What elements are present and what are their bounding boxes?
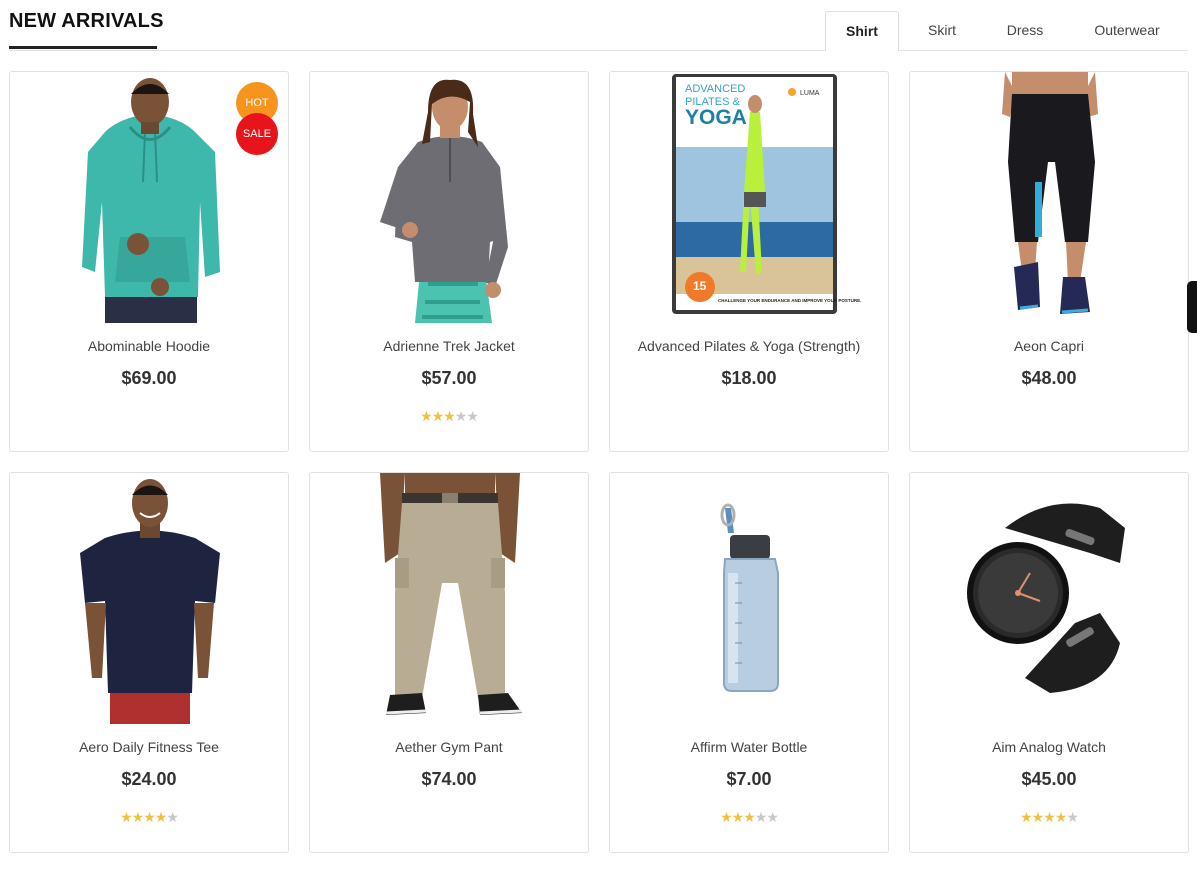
star-icon: ★★★ <box>720 809 756 825</box>
product-price: $45.00 <box>1021 769 1077 789</box>
star-empty-icon: ★★ <box>754 809 779 825</box>
product-image[interactable] <box>310 72 588 323</box>
product-card-adrienne-trek-jacket[interactable]: Adrienne Trek Jacket $57.00 ★★★★★ <box>309 71 589 452</box>
product-card-advanced-pilates-yoga[interactable]: ADVANCED PILATES & YOGA LUMA 15 CHALLENG… <box>609 71 889 452</box>
dvd-title-line1: ADVANCED <box>685 83 745 95</box>
product-price: $7.00 <box>726 769 772 789</box>
tab-dress[interactable]: Dress <box>985 11 1065 50</box>
product-card-aether-gym-pant[interactable]: Aether Gym Pant $74.00 <box>309 472 589 853</box>
star-empty-icon: ★ <box>166 809 179 825</box>
product-card-aim-analog-watch[interactable]: Aim Analog Watch $45.00 ★★★★★ <box>909 472 1189 853</box>
star-empty-icon: ★ <box>1066 809 1079 825</box>
product-image[interactable] <box>910 473 1188 724</box>
dvd-number: 15 <box>693 279 707 293</box>
section-title-underline <box>9 46 157 49</box>
star-icon: ★★★ <box>420 408 456 424</box>
product-image[interactable] <box>310 473 588 724</box>
product-card-aeon-capri[interactable]: Aeon Capri $48.00 <box>909 71 1189 452</box>
rating-stars: ★★★★★ <box>610 809 888 826</box>
rating-stars: ★★★★★ <box>910 809 1188 826</box>
product-price: $24.00 <box>121 769 177 789</box>
product-image[interactable] <box>10 473 288 724</box>
dvd-bottom-text: CHALLENGE YOUR ENDURANCE AND IMPROVE YOU… <box>718 298 861 303</box>
product-image[interactable]: ADVANCED PILATES & YOGA LUMA 15 CHALLENG… <box>610 72 888 323</box>
product-name[interactable]: Aeon Capri <box>910 338 1188 354</box>
product-card-affirm-water-bottle[interactable]: Affirm Water Bottle $7.00 ★★★★★ <box>609 472 889 853</box>
product-name[interactable]: Aero Daily Fitness Tee <box>10 739 288 755</box>
rating-stars: ★★★★★ <box>310 408 588 425</box>
product-name[interactable]: Adrienne Trek Jacket <box>310 338 588 354</box>
product-name[interactable]: Aim Analog Watch <box>910 739 1188 755</box>
product-price: $18.00 <box>721 368 777 388</box>
product-price: $74.00 <box>421 769 477 789</box>
dvd-brand: LUMA <box>800 90 820 97</box>
rating-stars: ★★★★★ <box>10 809 288 826</box>
tab-skirt[interactable]: Skirt <box>899 11 985 50</box>
product-card-aero-daily-fitness-tee[interactable]: Aero Daily Fitness Tee $24.00 ★★★★★ <box>9 472 289 853</box>
product-price: $57.00 <box>421 368 477 388</box>
product-price: $69.00 <box>121 368 177 388</box>
product-name[interactable]: Advanced Pilates & Yoga (Strength) <box>610 338 888 354</box>
star-icon: ★★★★ <box>120 809 167 825</box>
dvd-title-line3: YOGA <box>685 106 747 129</box>
tab-outerwear[interactable]: Outerwear <box>1065 11 1189 50</box>
side-panel-toggle[interactable] <box>1187 281 1197 333</box>
product-card-abominable-hoodie[interactable]: HOT SALE Abominable Hoodie $69.00 <box>9 71 289 452</box>
section-title: NEW ARRIVALS <box>9 10 164 32</box>
category-tabs: Shirt Skirt Dress Outerwear <box>825 11 1189 51</box>
product-name[interactable]: Affirm Water Bottle <box>610 739 888 755</box>
product-price: $48.00 <box>1021 368 1077 388</box>
tab-shirt[interactable]: Shirt <box>825 11 899 51</box>
product-name[interactable]: Abominable Hoodie <box>10 338 288 354</box>
product-name[interactable]: Aether Gym Pant <box>310 739 588 755</box>
star-empty-icon: ★★ <box>454 408 479 424</box>
product-image[interactable] <box>910 72 1188 323</box>
sale-badge: SALE <box>236 113 278 155</box>
product-image[interactable] <box>610 473 888 724</box>
star-icon: ★★★★ <box>1020 809 1067 825</box>
